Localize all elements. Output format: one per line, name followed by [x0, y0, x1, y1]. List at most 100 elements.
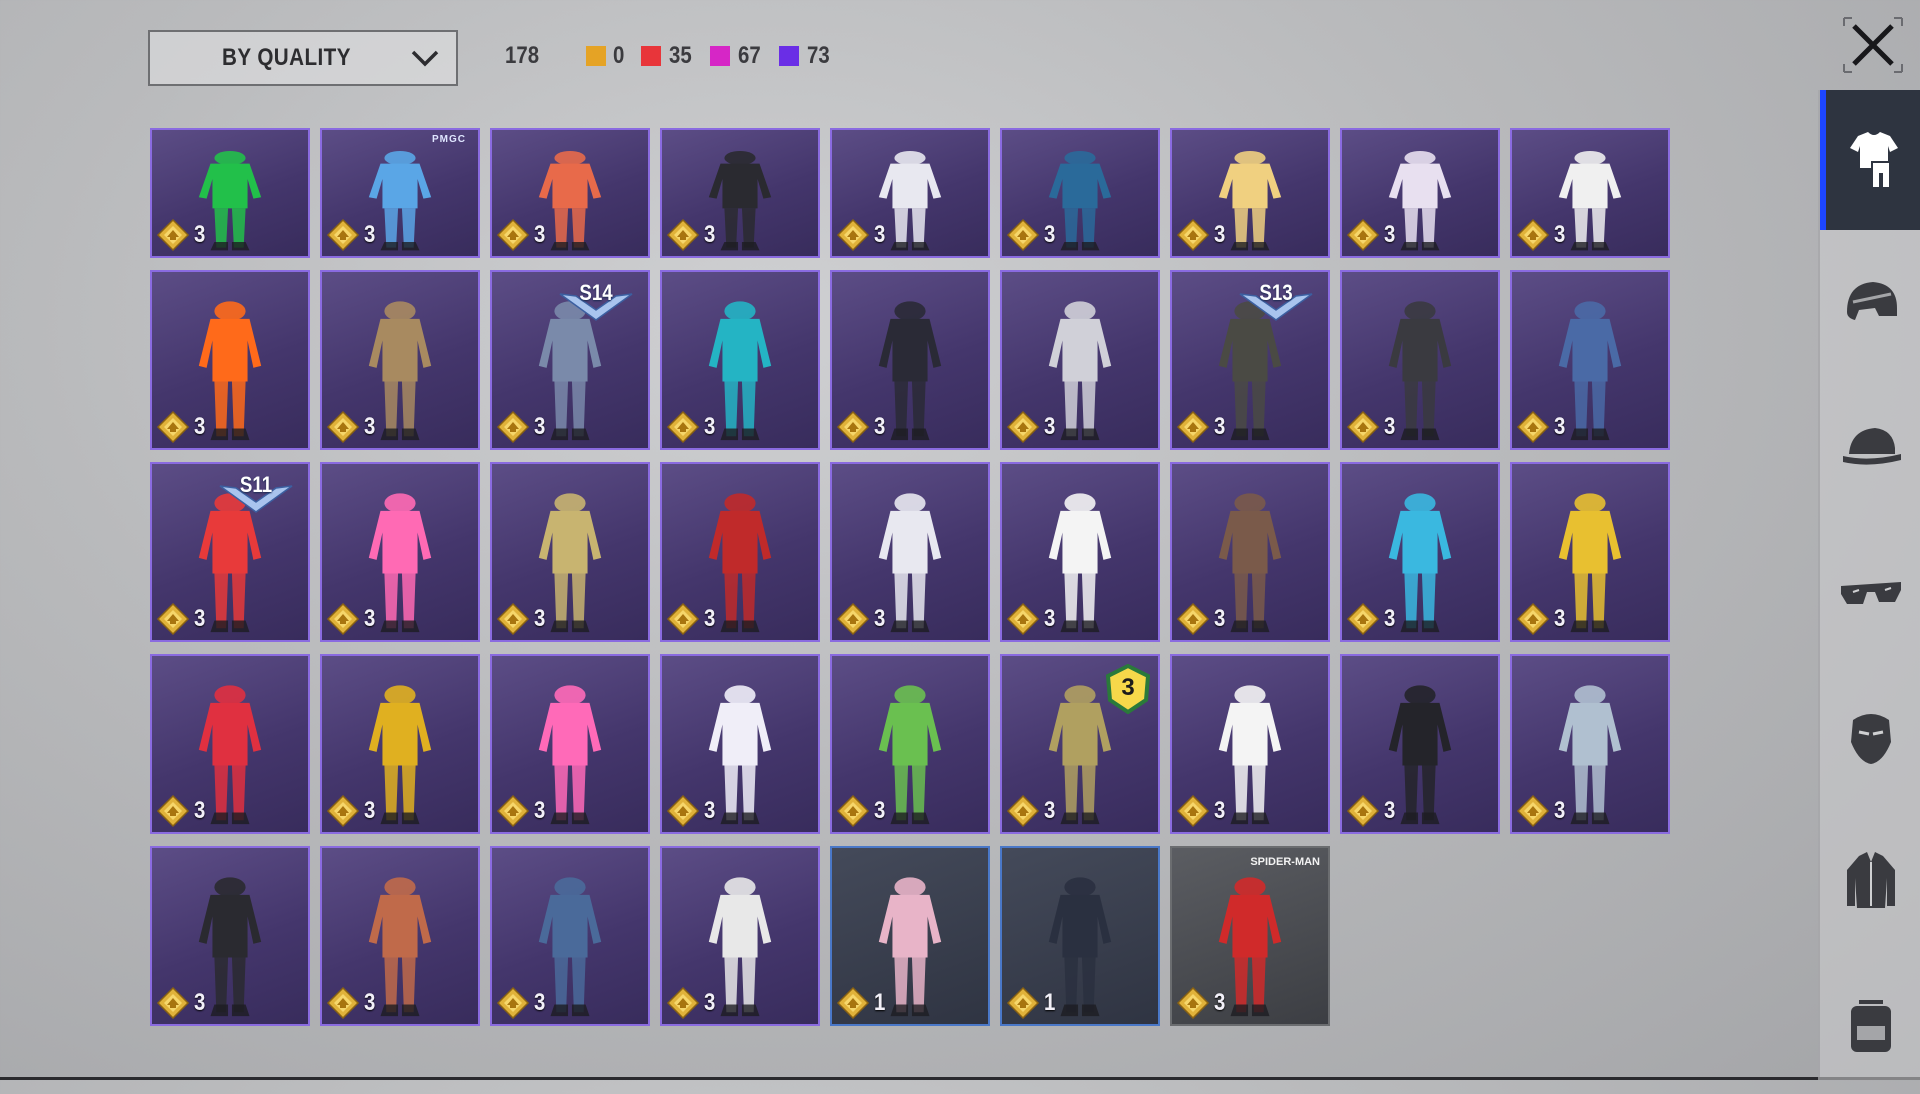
outfit-item-card[interactable]: 3 — [490, 462, 650, 642]
cap-icon — [1843, 428, 1901, 465]
outfit-item-card[interactable]: 3 — [1510, 654, 1670, 834]
outfit-item-card[interactable]: 3 — [660, 654, 820, 834]
item-count: 3 — [364, 989, 376, 1016]
outfit-item-card[interactable]: SPIDER-MAN 3 — [1170, 846, 1330, 1026]
item-count: 3 — [874, 413, 886, 440]
currency-diamond-icon — [326, 602, 360, 636]
backpack-icon — [1851, 1000, 1891, 1052]
outfit-item-card[interactable]: S13 3 — [1170, 270, 1330, 450]
outfit-item-card[interactable]: 3 — [1340, 654, 1500, 834]
outfit-item-card[interactable]: 3 — [1340, 128, 1500, 258]
item-price: 3 — [666, 602, 716, 636]
outfit-item-card[interactable]: 1 — [1000, 846, 1160, 1026]
sidebar-tab-backpack[interactable] — [1820, 954, 1920, 1094]
quality-swatch-icon — [641, 46, 662, 66]
outfit-item-card[interactable]: S11 3 — [150, 462, 310, 642]
outfit-item-card[interactable]: PMGC 3 — [320, 128, 480, 258]
sidebar-tab-jacket[interactable] — [1820, 810, 1920, 950]
quality-count-value: 67 — [738, 42, 761, 69]
outfit-item-card[interactable]: 3 — [1170, 128, 1330, 258]
outfit-item-card[interactable]: 3 — [660, 462, 820, 642]
sidebar-tab-helmet[interactable] — [1820, 234, 1920, 374]
currency-diamond-icon — [496, 794, 530, 828]
outfit-item-card[interactable]: 3 — [830, 128, 990, 258]
item-price: 3 — [1176, 794, 1226, 828]
quality-count-value: 35 — [669, 42, 693, 69]
outfit-item-card[interactable]: 3 — [150, 128, 310, 258]
item-count: 3 — [1384, 221, 1396, 248]
outfit-item-card[interactable]: 3 — [1340, 270, 1500, 450]
currency-diamond-icon — [1176, 218, 1210, 252]
outfit-item-card[interactable]: 3 — [320, 270, 480, 450]
outfit-item-card[interactable]: 3 — [150, 846, 310, 1026]
outfit-item-card[interactable]: 3 — [1000, 128, 1160, 258]
outfit-item-card[interactable]: 33 — [1000, 654, 1160, 834]
outfit-item-card[interactable]: 3 — [150, 270, 310, 450]
currency-diamond-icon — [496, 410, 530, 444]
quality-swatch-icon — [586, 46, 607, 66]
item-count: 3 — [194, 413, 206, 440]
outfit-item-card[interactable]: S14 3 — [490, 270, 650, 450]
outfit-item-card[interactable]: 3 — [1000, 462, 1160, 642]
outfit-item-card[interactable]: 3 — [1510, 270, 1670, 450]
sort-dropdown-label: BY QUALITY — [222, 44, 351, 71]
sidebar-tab-glasses[interactable] — [1820, 522, 1920, 662]
outfit-item-card[interactable]: 3 — [1510, 462, 1670, 642]
outfit-item-card[interactable]: 3 — [490, 654, 650, 834]
currency-diamond-icon — [1176, 986, 1210, 1020]
outfit-item-card[interactable]: 3 — [320, 462, 480, 642]
outfit-item-card[interactable]: 3 — [1170, 654, 1330, 834]
glasses-icon — [1841, 582, 1901, 604]
item-count: 1 — [1044, 989, 1056, 1016]
outfit-item-card[interactable]: 3 — [660, 270, 820, 450]
sidebar-tab-cap[interactable] — [1820, 378, 1920, 518]
item-price: 3 — [1346, 794, 1396, 828]
outfit-item-card[interactable]: 3 — [660, 846, 820, 1026]
sidebar-tab-outfit[interactable] — [1820, 90, 1920, 230]
outfit-item-card[interactable]: 3 — [830, 654, 990, 834]
close-button[interactable] — [1840, 14, 1906, 76]
item-count: 3 — [704, 605, 716, 632]
outfit-icon — [1850, 132, 1898, 189]
item-price: 3 — [326, 986, 376, 1020]
currency-diamond-icon — [496, 986, 530, 1020]
quality-count-3: 73 — [778, 42, 832, 70]
currency-diamond-icon — [836, 218, 870, 252]
sidebar-tab-mask[interactable] — [1820, 666, 1920, 806]
item-count: 3 — [1384, 797, 1396, 824]
outfit-item-card[interactable]: 3 — [320, 846, 480, 1026]
outfit-item-card[interactable]: 3 — [320, 654, 480, 834]
season-badge: S14 — [556, 278, 636, 330]
level-label: 3 — [1121, 674, 1135, 701]
outfit-item-card[interactable]: 3 — [490, 128, 650, 258]
sort-dropdown[interactable]: BY QUALITY — [148, 30, 458, 86]
currency-diamond-icon — [1176, 410, 1210, 444]
outfit-item-card[interactable]: 3 — [150, 654, 310, 834]
item-price: 3 — [326, 794, 376, 828]
season-badge: S13 — [1236, 278, 1316, 330]
outfit-item-card[interactable]: 3 — [830, 270, 990, 450]
outfit-item-card[interactable]: 3 — [1510, 128, 1670, 258]
item-price: 3 — [836, 410, 886, 444]
currency-diamond-icon — [1006, 986, 1040, 1020]
outfit-item-card[interactable]: 1 — [830, 846, 990, 1026]
item-count: 3 — [534, 221, 546, 248]
outfit-item-card[interactable]: 3 — [830, 462, 990, 642]
item-count: 3 — [1044, 797, 1056, 824]
item-price: 3 — [326, 410, 376, 444]
currency-diamond-icon — [326, 794, 360, 828]
currency-diamond-icon — [1006, 410, 1040, 444]
currency-diamond-icon — [666, 602, 700, 636]
total-count: 178 — [505, 42, 540, 69]
quality-count-2: 67 — [710, 42, 763, 70]
outfit-item-card[interactable]: 3 — [1340, 462, 1500, 642]
item-price: 3 — [496, 218, 546, 252]
quality-swatch-icon — [710, 46, 731, 66]
item-price: 3 — [1006, 410, 1056, 444]
outfit-item-card[interactable]: 3 — [490, 846, 650, 1026]
outfit-item-card[interactable]: 3 — [660, 128, 820, 258]
outfit-item-card[interactable]: 3 — [1170, 462, 1330, 642]
quality-count-0: 0 — [586, 42, 625, 70]
item-price: 3 — [1176, 986, 1226, 1020]
outfit-item-card[interactable]: 3 — [1000, 270, 1160, 450]
